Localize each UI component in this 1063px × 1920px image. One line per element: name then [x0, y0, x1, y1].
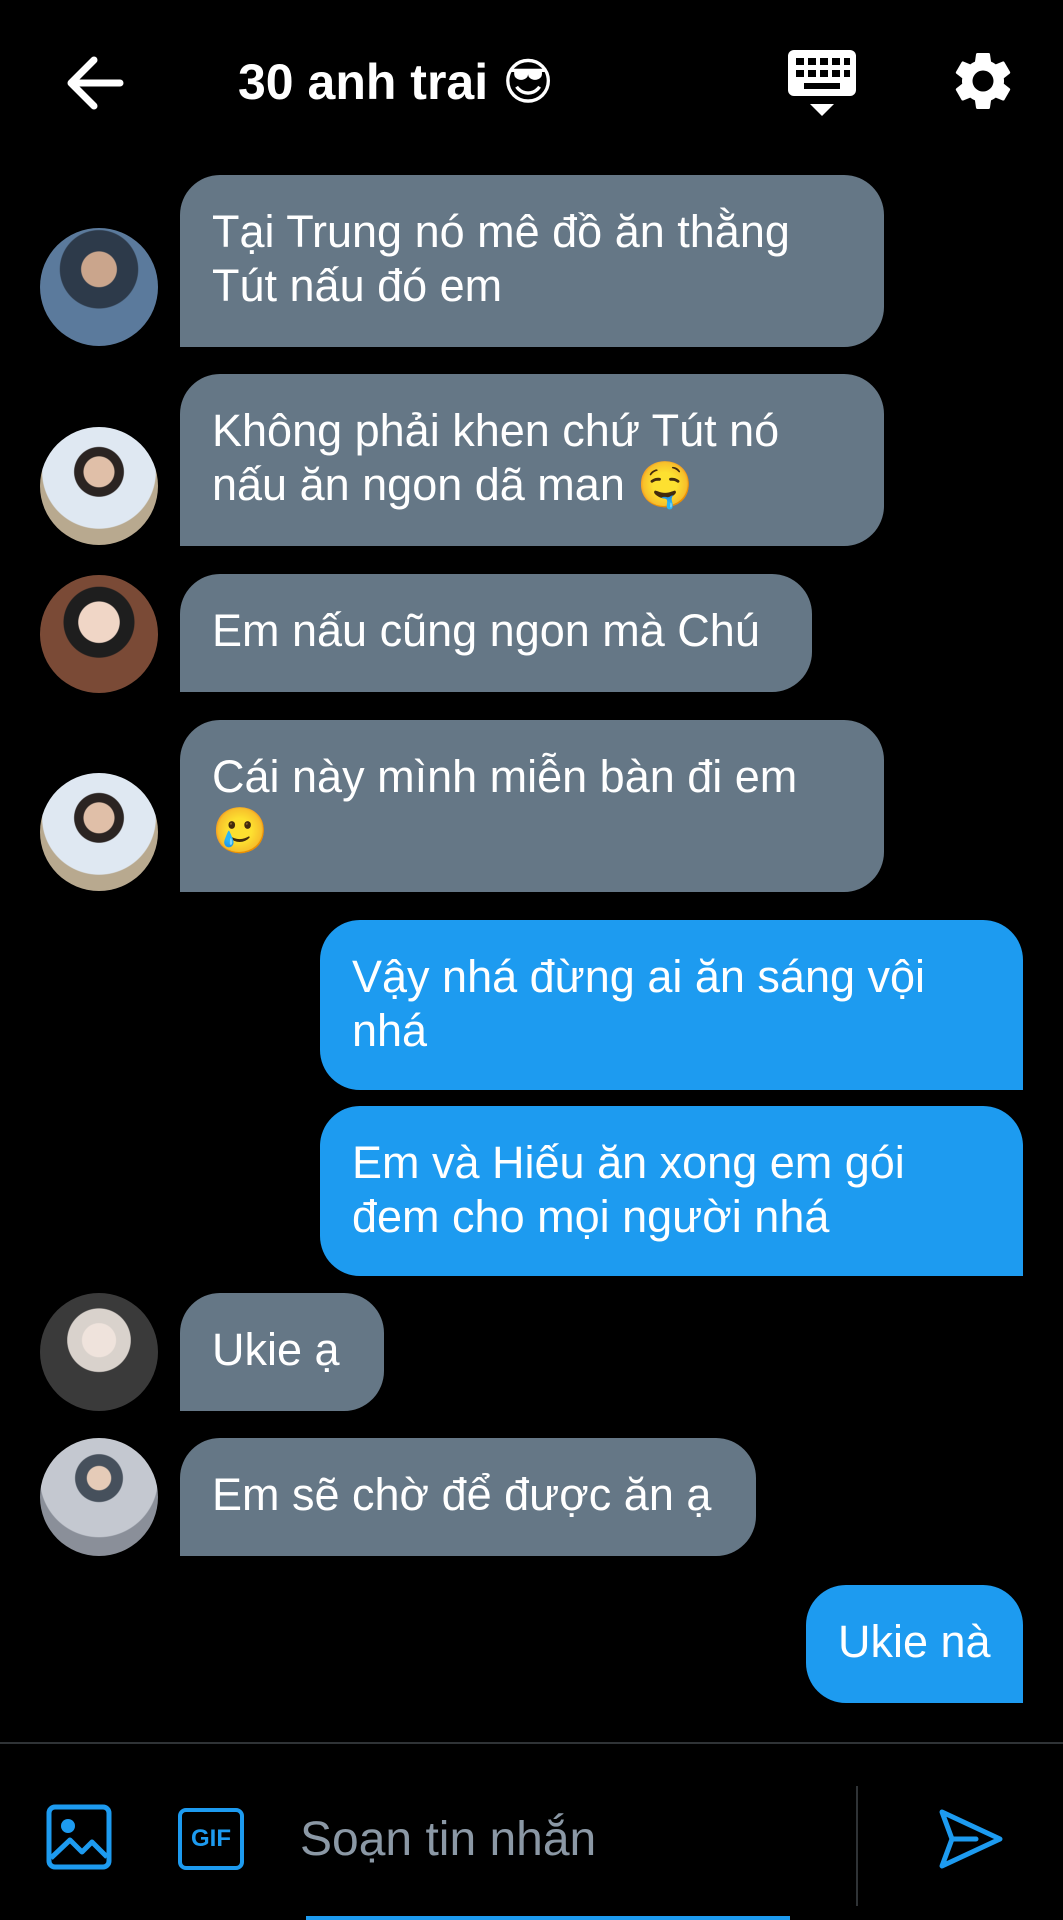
message-bubble[interactable]: Vậy nhá đừng ai ăn sáng vội nhá — [320, 920, 1023, 1090]
back-button[interactable] — [60, 48, 130, 118]
input-focus-underline — [306, 1916, 790, 1920]
message-text: nấu ăn ngon dã man 🤤 — [212, 459, 694, 510]
keyboard-icon — [788, 50, 856, 116]
message-text: Em nấu cũng ngon mà Chú — [212, 605, 760, 656]
message-bubble[interactable]: Cái này mình miễn bàn đi em 🥲 — [180, 720, 884, 892]
message-text: đem cho mọi người nhá — [352, 1191, 830, 1242]
send-icon — [939, 1809, 1003, 1869]
message-bubble[interactable]: Không phải khen chứ Tút nó nấu ăn ngon d… — [180, 374, 884, 546]
message-bubble[interactable]: Tại Trung nó mê đồ ăn thằng Tút nấu đó e… — [180, 175, 884, 347]
send-button[interactable] — [936, 1804, 1006, 1874]
gif-icon: GIF — [191, 1825, 231, 1852]
message-text: Ukie ạ — [212, 1324, 340, 1375]
message-text: Cái này mình miễn bàn đi em — [212, 751, 798, 802]
composer-separator — [856, 1786, 858, 1906]
message-text: Vậy nhá đừng ai ăn sáng vội — [352, 951, 926, 1002]
avatar[interactable] — [40, 427, 158, 545]
chat-header: 30 anh trai 😎 — [0, 0, 1063, 160]
settings-button[interactable] — [948, 46, 1018, 116]
message-bubble[interactable]: Em nấu cũng ngon mà Chú — [180, 574, 812, 692]
message-text: 🥲 — [212, 805, 269, 856]
avatar[interactable] — [40, 575, 158, 693]
avatar[interactable] — [40, 1293, 158, 1411]
message-composer: GIF — [0, 1744, 1063, 1920]
message-text: Tút nấu đó em — [212, 260, 503, 311]
back-arrow-icon — [67, 56, 124, 110]
message-bubble[interactable]: Em sẽ chờ để được ăn ạ — [180, 1438, 756, 1556]
message-text: nhá — [352, 1005, 428, 1056]
message-text: Em và Hiếu ăn xong em gói — [352, 1137, 905, 1188]
message-text: Ukie nà — [838, 1616, 991, 1667]
conversation-title: 30 anh trai 😎 — [238, 54, 555, 110]
avatar[interactable] — [40, 228, 158, 346]
message-text: Tại Trung nó mê đồ ăn thằng — [212, 206, 790, 257]
avatar[interactable] — [40, 1438, 158, 1556]
gear-icon — [955, 52, 1011, 109]
avatar[interactable] — [40, 773, 158, 891]
message-bubble[interactable]: Ukie ạ — [180, 1293, 384, 1411]
image-icon — [46, 1804, 112, 1870]
message-input[interactable] — [300, 1804, 820, 1874]
gif-button[interactable]: GIF — [178, 1808, 244, 1870]
message-text: Em sẽ chờ để được ăn ạ — [212, 1469, 712, 1520]
add-image-button[interactable] — [46, 1804, 112, 1870]
message-bubble[interactable]: Ukie nà — [806, 1585, 1023, 1703]
message-text: Không phải khen chứ Tút nó — [212, 405, 780, 456]
keyboard-button[interactable] — [786, 46, 858, 122]
message-bubble[interactable]: Em và Hiếu ăn xong em gói đem cho mọi ng… — [320, 1106, 1023, 1276]
